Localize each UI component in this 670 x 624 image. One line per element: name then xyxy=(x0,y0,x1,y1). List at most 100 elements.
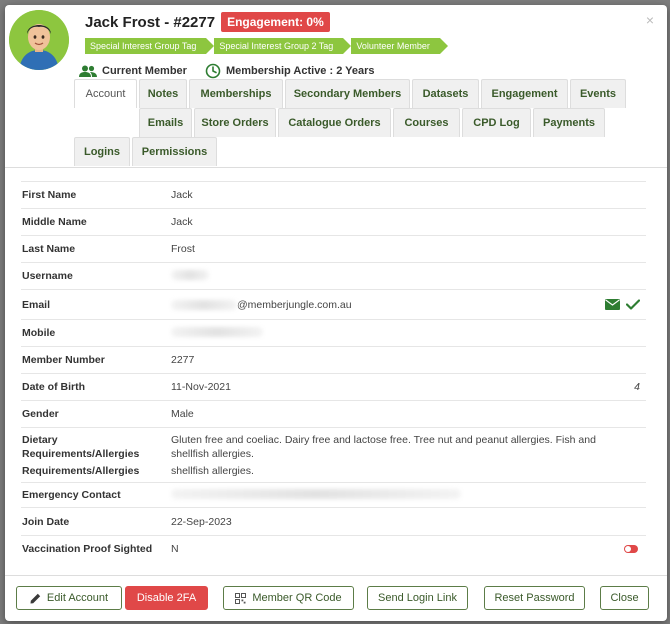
last-name-value: Frost xyxy=(171,243,195,255)
middle-name-value: Jack xyxy=(171,216,193,228)
tab-payments[interactable]: Payments xyxy=(533,108,605,137)
edit-account-label: Edit Account xyxy=(46,592,109,604)
email-domain: @memberjungle.com.au xyxy=(237,298,352,311)
disable-2fa-button[interactable]: Disable 2FA xyxy=(125,586,208,610)
redacted-emergency-contact xyxy=(171,488,461,499)
emergency-contact-value xyxy=(171,488,646,502)
tab-courses[interactable]: Courses xyxy=(393,108,460,137)
tag-volunteer: Volunteer Member xyxy=(351,38,448,54)
vaccination-label: Vaccination Proof Sighted xyxy=(22,543,153,555)
tab-secondary-members[interactable]: Secondary Members xyxy=(285,79,410,108)
title-row: Jack Frost - #2277 Engagement: 0% xyxy=(85,12,330,32)
tab-permissions[interactable]: Permissions xyxy=(132,137,217,166)
mobile-value xyxy=(171,326,646,340)
member-number-value: 2277 xyxy=(171,354,195,366)
redacted-username xyxy=(171,269,209,280)
send-login-link-button[interactable]: Send Login Link xyxy=(367,586,468,610)
tab-bar: Account Notes Memberships Secondary Memb… xyxy=(74,79,664,166)
redacted-email xyxy=(171,299,237,310)
join-date-label: Join Date xyxy=(22,515,70,528)
tab-notes[interactable]: Notes xyxy=(139,79,187,108)
row-dob: Date of Birth 11-Nov-2021 4 xyxy=(21,373,646,400)
dietary-value-line3: shellfish allergies. xyxy=(171,465,254,477)
tab-memberships[interactable]: Memberships xyxy=(189,79,283,108)
check-icon xyxy=(626,299,640,310)
avatar-icon xyxy=(9,10,69,70)
row-member-number: Member Number 2277 xyxy=(21,346,646,373)
pencil-icon xyxy=(30,593,41,603)
member-qr-button[interactable]: Member QR Code xyxy=(223,586,354,610)
username-value xyxy=(171,269,646,283)
dob-value: 11-Nov-2021 xyxy=(171,381,231,393)
header-divider xyxy=(5,167,667,168)
dietary-label: Dietary Requirements/Allergies Requireme… xyxy=(21,433,171,482)
reset-password-button[interactable]: Reset Password xyxy=(484,586,585,610)
status-current-member: Current Member xyxy=(79,65,187,77)
member-header: Jack Frost - #2277 Engagement: 0% Specia… xyxy=(5,5,667,168)
dietary-label-line2: Requirements/Allergies xyxy=(22,448,140,460)
tab-datasets[interactable]: Datasets xyxy=(412,79,479,108)
row-username: Username xyxy=(21,262,646,289)
tag-special-interest: Special Interest Group Tag xyxy=(85,38,215,54)
emergency-contact-label: Emergency Contact xyxy=(22,489,121,501)
member-number-label: Member Number xyxy=(22,354,105,366)
email-label: Email xyxy=(22,298,51,311)
last-name-label: Last Name xyxy=(22,243,76,255)
qr-icon xyxy=(235,592,247,604)
row-email: Email @memberjungle.com.au xyxy=(21,289,646,319)
tab-row-3: Logins Permissions xyxy=(74,137,664,166)
modal-footer: Edit Account Disable 2FA Member QR Code … xyxy=(5,575,667,621)
tab-events[interactable]: Events xyxy=(570,79,626,108)
users-icon xyxy=(79,65,97,77)
dietary-value-line1: Gluten free and coeliac. Dairy free and … xyxy=(171,434,596,446)
tab-row-1: Account Notes Memberships Secondary Memb… xyxy=(74,79,664,108)
row-vaccination: Vaccination Proof Sighted N xyxy=(21,535,646,562)
tag-special-interest-2: Special Interest Group 2 Tag xyxy=(214,38,352,54)
vaccination-value: N xyxy=(171,543,179,555)
account-details: First Name Jack Middle Name Jack Last Na… xyxy=(21,181,646,562)
email-status-icons xyxy=(605,299,640,310)
row-last-name: Last Name Frost xyxy=(21,235,646,262)
close-button[interactable]: Close xyxy=(600,586,649,610)
status-membership-label: Membership Active : 2 Years xyxy=(225,65,375,77)
edit-account-button[interactable]: Edit Account xyxy=(16,586,122,610)
member-title: Jack Frost - #2277 xyxy=(85,13,216,31)
email-value: @memberjungle.com.au xyxy=(171,299,646,311)
first-name-label: First Name xyxy=(22,189,77,201)
dietary-label-line1: Dietary xyxy=(22,434,58,446)
gender-value: Male xyxy=(171,408,194,420)
tab-logins[interactable]: Logins xyxy=(74,137,130,166)
row-first-name: First Name Jack xyxy=(21,181,646,208)
envelope-icon[interactable] xyxy=(605,299,620,310)
row-dietary: Dietary Requirements/Allergies Requireme… xyxy=(21,427,646,482)
tags-row: Special Interest Group Tag Special Inter… xyxy=(85,38,448,54)
status-member-label: Current Member xyxy=(102,65,187,77)
engagement-badge: Engagement: 0% xyxy=(221,12,330,32)
dob-label: Date of Birth xyxy=(22,381,85,393)
join-date-value: 22-Sep-2023 xyxy=(171,515,232,528)
tab-engagement[interactable]: Engagement xyxy=(481,79,568,108)
status-row: Current Member Membership Active : 2 Yea… xyxy=(79,63,375,79)
redacted-mobile xyxy=(171,326,263,337)
row-emergency-contact: Emergency Contact xyxy=(21,482,646,507)
toggle-off-icon[interactable] xyxy=(624,545,638,553)
dietary-value: Gluten free and coeliac. Dairy free and … xyxy=(171,433,646,482)
tab-account[interactable]: Account xyxy=(74,79,137,108)
tab-emails[interactable]: Emails xyxy=(139,108,192,137)
member-modal: × Jack Frost - #2277 Engagement: 0% Spec… xyxy=(5,5,667,621)
middle-name-label: Middle Name xyxy=(22,216,87,228)
status-membership-active: Membership Active : 2 Years xyxy=(205,63,375,79)
tab-cpd-log[interactable]: CPD Log xyxy=(462,108,531,137)
gender-label: Gender xyxy=(22,408,59,420)
tab-catalogue-orders[interactable]: Catalogue Orders xyxy=(278,108,391,137)
row-join-date: Join Date 22-Sep-2023 xyxy=(21,507,646,535)
row-gender: Gender Male xyxy=(21,400,646,427)
mobile-label: Mobile xyxy=(22,327,56,339)
member-qr-label: Member QR Code xyxy=(252,592,342,604)
dietary-value-line2: shellfish allergies. xyxy=(171,448,254,460)
tab-store-orders[interactable]: Store Orders xyxy=(194,108,276,137)
dob-extra: 4 xyxy=(634,381,640,393)
dietary-label-line3: Requirements/Allergies xyxy=(22,465,140,477)
clock-icon xyxy=(205,63,221,79)
tab-row-2: Emails Store Orders Catalogue Orders Cou… xyxy=(139,108,664,137)
